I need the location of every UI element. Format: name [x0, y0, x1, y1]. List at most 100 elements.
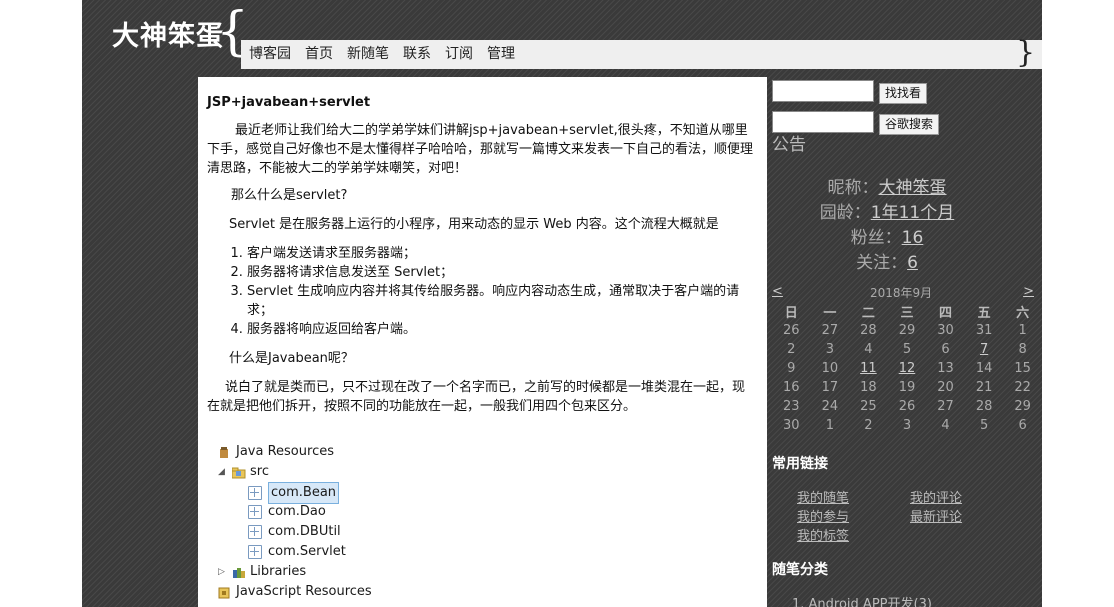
- calendar-day: 26: [898, 399, 916, 414]
- nav-link-new-post[interactable]: 新随笔: [347, 40, 389, 69]
- tree-row: com.Bean: [248, 482, 340, 504]
- link-my-participation[interactable]: 我的参与: [797, 506, 849, 525]
- tree-row: ◢ src: [218, 462, 269, 482]
- calendar-day: 6: [1018, 418, 1027, 433]
- calendar-prev-link[interactable]: <: [772, 284, 783, 299]
- calendar-day-link[interactable]: 12: [888, 359, 927, 378]
- category-item[interactable]: 1. Android APP开发(3): [792, 593, 932, 607]
- calendar-day: 3: [902, 418, 912, 433]
- calendar-day: 27: [937, 399, 954, 414]
- tree-row: com.DBUtil: [248, 522, 341, 542]
- calendar-day: 18: [860, 380, 877, 395]
- calendar-day: 30: [937, 323, 954, 338]
- followers-link[interactable]: 16: [902, 228, 924, 248]
- calendar-day: 22: [1014, 380, 1031, 395]
- calendar-day: 15: [1014, 361, 1031, 376]
- weekday-header: 日: [784, 306, 798, 321]
- weekday-header: 四: [939, 306, 953, 321]
- list-item: 服务器将请求信息发送至 Servlet；: [247, 263, 757, 282]
- calendar-day: 24: [821, 399, 839, 414]
- post-title[interactable]: JSP+javabean+servlet: [207, 93, 370, 112]
- calendar-day: 31: [975, 323, 993, 338]
- announcement-title: 公告: [772, 135, 806, 155]
- calendar-day-link[interactable]: 11: [849, 359, 888, 378]
- calendar-day: 29: [1014, 399, 1031, 414]
- intro-paragraph: 最近老师让我们给大二的学弟学妹们讲解jsp+javabean+servlet,很…: [207, 123, 754, 176]
- weekday-header: 一: [823, 306, 837, 321]
- profile-following: 关注：6: [856, 253, 918, 273]
- tree-row: JavaScript Resources: [218, 582, 372, 602]
- page-frame: 大神笨蛋 { 博客园 首页 新随笔 联系 订阅 管理 } JSP+javabean+ser…: [82, 0, 1042, 607]
- search-button[interactable]: 找找看: [879, 83, 928, 104]
- nav-link-manage[interactable]: 管理: [487, 40, 515, 69]
- nickname-link[interactable]: 大神笨蛋: [879, 178, 947, 198]
- tree-row: Java Resources: [218, 442, 334, 462]
- servlet-steps-list: 客户端发送请求至服务器端； 服务器将请求信息发送至 Servlet； Servl…: [207, 244, 757, 339]
- calendar-day: 19: [898, 380, 916, 395]
- calendar-day: 4: [941, 418, 950, 433]
- calendar-month: 2018年9月: [870, 286, 933, 300]
- post-content: JSP+javabean+servlet 最近老师让我们给大二的学弟学妹们讲解j…: [198, 77, 767, 607]
- tree-label: Libraries: [250, 564, 307, 579]
- nav-link-subscribe[interactable]: 订阅: [445, 40, 473, 69]
- source-folder-icon: [231, 466, 246, 479]
- google-search-input[interactable]: [772, 111, 874, 133]
- package-icon: [248, 486, 262, 500]
- expand-arrow-icon: ◢: [218, 467, 225, 477]
- links-title: 常用链接: [772, 456, 828, 472]
- javabean-question: 什么是Javabean呢？: [229, 351, 354, 366]
- package-icon: [248, 525, 262, 539]
- calendar-next-link[interactable]: >: [1023, 284, 1034, 299]
- calendar-grid: 日一二三四五六 26 27 28 29 30 31 1 2 3 4 5 6 7 8 9 10 11 12 13 14 15…: [772, 302, 1042, 435]
- google-search-button[interactable]: 谷歌搜索: [879, 114, 940, 135]
- calendar: < 2018年9月 > 日一二三四五六 26 27 28 29 30 31 1 2 3 4 5 6 7 8 9…: [772, 284, 1042, 435]
- link-my-posts[interactable]: 我的随笔: [797, 487, 849, 506]
- calendar-day: 29: [898, 323, 916, 338]
- collapse-arrow-icon: ▷: [218, 567, 225, 577]
- project-tree-screenshot: Java Resources ◢ src com.Bean com.Dao co…: [214, 423, 414, 607]
- list-item: 服务器将响应返回给客户端。: [247, 320, 757, 339]
- nav-link-home[interactable]: 首页: [305, 40, 333, 69]
- age-link[interactable]: 1年11个月: [871, 203, 954, 223]
- calendar-day-link[interactable]: 7: [965, 340, 1004, 359]
- calendar-day: 30: [783, 418, 800, 433]
- tree-row: com.Dao: [248, 502, 326, 522]
- list-item: 客户端发送请求至服务器端；: [247, 244, 757, 263]
- calendar-day: 27: [821, 323, 839, 338]
- nav-link-contact[interactable]: 联系: [403, 40, 431, 69]
- weekday-header: 六: [1016, 306, 1030, 321]
- post-body: 最近老师让我们给大二的学弟学妹们讲解jsp+javabean+servlet,很…: [207, 121, 757, 416]
- following-link[interactable]: 6: [907, 253, 918, 273]
- calendar-day: 1: [825, 418, 834, 433]
- calendar-day: 21: [975, 380, 993, 395]
- tree-label: src: [250, 464, 269, 479]
- navbar: 博客园 首页 新随笔 联系 订阅 管理: [241, 40, 1042, 69]
- calendar-day: 5: [902, 342, 912, 357]
- blog-title[interactable]: 大神笨蛋: [112, 14, 224, 53]
- tree-label-selected[interactable]: com.Bean: [268, 482, 340, 504]
- tree-label: com.Servlet: [268, 544, 346, 559]
- link-my-comments[interactable]: 我的评论: [910, 487, 962, 506]
- link-latest-comments[interactable]: 最新评论: [910, 506, 962, 525]
- calendar-day: 2: [787, 342, 796, 357]
- package-icon: [248, 545, 262, 559]
- calendar-day: 26: [783, 323, 800, 338]
- link-my-tags[interactable]: 我的标签: [797, 525, 849, 544]
- tree-row: com.Servlet: [248, 542, 346, 562]
- search-input[interactable]: [772, 80, 874, 102]
- calendar-day: 28: [860, 323, 877, 338]
- calendar-day: 8: [1018, 342, 1027, 357]
- profile-nickname: 昵称：大神笨蛋: [827, 178, 947, 198]
- javabean-definition: 说白了就是类而已，只不过现在改了一个名字而已，之前写的时候都是一堆类混在一起，现…: [207, 380, 746, 414]
- javascript-resources-icon: [218, 586, 230, 599]
- calendar-day: 17: [821, 380, 839, 395]
- brace-close-decoration: }: [1016, 35, 1036, 70]
- profile-age: 园龄：1年11个月: [819, 203, 955, 223]
- weekday-header: 二: [861, 306, 875, 321]
- package-icon: [248, 505, 262, 519]
- nav-link-cnblogs[interactable]: 博客园: [249, 40, 291, 69]
- weekday-header: 五: [977, 306, 991, 321]
- calendar-day: 9: [787, 361, 796, 376]
- tree-label: com.Dao: [268, 504, 326, 519]
- calendar-day: 14: [975, 361, 993, 376]
